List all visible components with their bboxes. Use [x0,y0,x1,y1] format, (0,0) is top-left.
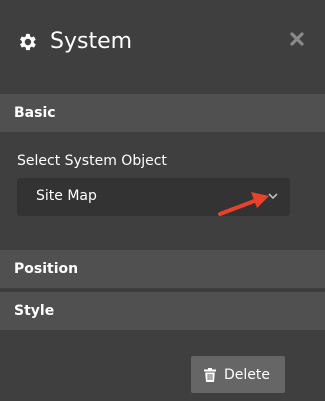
chevron-down-icon [268,193,278,200]
section-divider [0,289,325,291]
panel-header: System [0,0,325,85]
trash-icon [204,367,216,382]
delete-button-label: Delete [224,366,270,383]
section-position[interactable]: Position [0,250,325,288]
delete-button[interactable]: Delete [191,356,285,393]
gear-icon [20,33,36,51]
system-object-select[interactable]: Site Map [17,178,290,216]
section-style[interactable]: Style [0,292,325,330]
section-position-label: Position [14,261,79,277]
select-value: Site Map [36,188,97,204]
panel-title: System [50,29,133,54]
system-panel: System Basic Select System Object Site M… [0,0,325,401]
close-icon[interactable] [289,31,305,47]
section-basic-label: Basic [14,105,56,121]
select-system-object-label: Select System Object [17,153,167,169]
section-basic[interactable]: Basic [0,94,325,132]
section-style-label: Style [14,303,55,319]
